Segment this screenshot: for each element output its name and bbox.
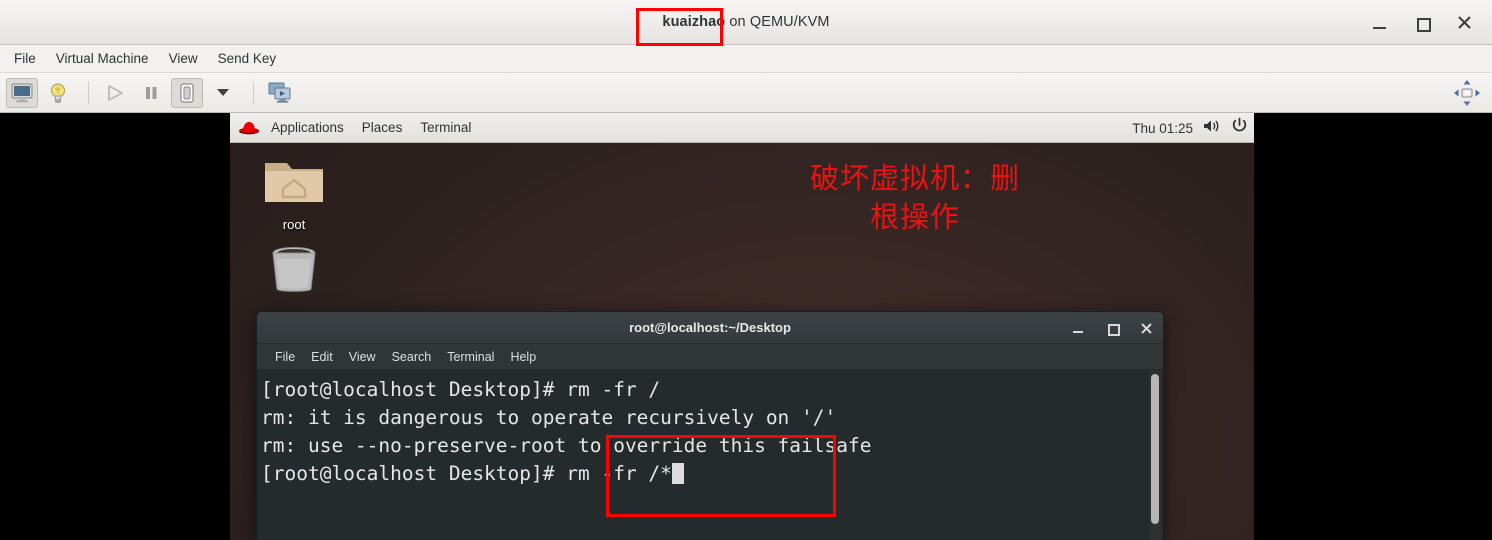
terminal-scrollbar[interactable]: [1149, 370, 1161, 540]
gnome-terminal-window[interactable]: root@localhost:~/Desktop File Edit View …: [256, 311, 1164, 540]
fullscreen-button[interactable]: [1452, 78, 1482, 108]
panel-terminal[interactable]: Terminal: [411, 118, 480, 137]
close-icon: [1457, 16, 1471, 29]
menu-virtual-machine[interactable]: Virtual Machine: [46, 48, 159, 69]
snapshots-button[interactable]: [264, 78, 296, 108]
terminal-titlebar: root@localhost:~/Desktop: [257, 312, 1163, 344]
terminal-window-controls: [1069, 312, 1155, 344]
minimize-button[interactable]: [1368, 11, 1392, 35]
chevron-down-icon: [217, 89, 229, 96]
guest-screen[interactable]: Applications Places Terminal Thu 01:25 r…: [230, 113, 1254, 540]
terminal-body[interactable]: [root@localhost Desktop]# rm -fr / rm: i…: [257, 370, 1163, 540]
maximize-button[interactable]: [1410, 11, 1434, 35]
terminal-scrollbar-thumb[interactable]: [1151, 374, 1159, 524]
terminal-command-input[interactable]: rm -fr /*: [566, 462, 672, 485]
redhat-hat-icon: [239, 121, 259, 134]
terminal-menu-search[interactable]: Search: [384, 348, 440, 366]
window-title: kuaizhao on QEMU/KVM: [662, 14, 829, 30]
window-controls: [1368, 0, 1484, 45]
terminal-menu-edit[interactable]: Edit: [303, 348, 341, 366]
terminal-cursor: [671, 463, 684, 484]
terminal-output: [root@localhost Desktop]# rm -fr / rm: i…: [257, 370, 1163, 488]
close-icon: [1140, 322, 1152, 334]
gnome-top-panel: Applications Places Terminal Thu 01:25: [230, 113, 1254, 143]
warning-line-2: 根操作: [869, 199, 960, 234]
desktop-icon-root[interactable]: root: [248, 155, 340, 232]
terminal-title: root@localhost:~/Desktop: [629, 320, 791, 335]
terminal-line-2: rm: it is dangerous to operate recursive…: [261, 406, 837, 429]
menu-file[interactable]: File: [4, 48, 46, 69]
panel-clock[interactable]: Thu 01:25: [1132, 121, 1193, 136]
terminal-menu-help[interactable]: Help: [502, 348, 544, 366]
virt-manager-window: kuaizhao on QEMU/KVM File Virtual Machin…: [0, 0, 1492, 540]
redhat-logo-icon[interactable]: [238, 119, 260, 137]
terminal-prompt: [root@localhost Desktop]#: [261, 462, 567, 485]
warning-line-1: 破坏虚拟机：删: [809, 161, 1020, 195]
terminal-close-button[interactable]: [1137, 319, 1155, 337]
shutdown-menu-button[interactable]: [207, 78, 239, 108]
volume-icon[interactable]: [1203, 118, 1221, 139]
pause-button[interactable]: [135, 78, 167, 108]
play-icon: [108, 84, 123, 101]
shutdown-button[interactable]: [171, 77, 203, 108]
fullscreen-icon: [1454, 79, 1480, 106]
terminal-menu-view[interactable]: View: [341, 348, 384, 366]
terminal-menu-terminal[interactable]: Terminal: [439, 348, 502, 366]
terminal-line-3: rm: use --no-preserve-root to override t…: [261, 434, 872, 457]
wallpaper-warning-text: 破坏虚拟机：删 根操作: [750, 159, 1080, 236]
console-view-button[interactable]: [6, 77, 38, 108]
home-folder-icon: [265, 163, 323, 202]
lightbulb-icon: [51, 83, 65, 103]
terminal-minimize-button[interactable]: [1069, 319, 1087, 337]
window-title-vmname: kuaizhao: [662, 14, 726, 30]
power-icon[interactable]: [1231, 117, 1248, 139]
trash-icon: [272, 247, 316, 292]
toolbar-separator-1: [88, 81, 89, 104]
run-button[interactable]: [99, 78, 131, 108]
panel-status-area: Thu 01:25: [1132, 113, 1248, 143]
window-titlebar: kuaizhao on QEMU/KVM: [0, 0, 1492, 45]
toolbar-separator-2: [253, 81, 254, 104]
terminal-line-1: [root@localhost Desktop]# rm -fr /: [261, 378, 661, 401]
terminal-menubar: File Edit View Search Terminal Help: [257, 344, 1163, 370]
menubar: File Virtual Machine View Send Key: [0, 45, 1492, 73]
panel-places[interactable]: Places: [353, 118, 412, 137]
desktop-icon-trash[interactable]: [248, 241, 340, 300]
shutdown-icon: [180, 83, 194, 102]
window-title-suffix: on QEMU/KVM: [725, 14, 830, 30]
panel-applications[interactable]: Applications: [262, 118, 353, 137]
menu-view[interactable]: View: [159, 48, 208, 69]
desktop-icon-label: root: [282, 217, 306, 232]
vm-display-viewport[interactable]: Applications Places Terminal Thu 01:25 r…: [0, 113, 1492, 540]
details-view-button[interactable]: [42, 78, 74, 108]
pause-icon: [146, 86, 157, 99]
close-button[interactable]: [1452, 11, 1476, 35]
toolbar: [0, 73, 1492, 113]
screens-icon: [268, 82, 291, 103]
terminal-menu-file[interactable]: File: [267, 348, 303, 366]
menu-send-key[interactable]: Send Key: [208, 48, 287, 69]
terminal-maximize-button[interactable]: [1103, 319, 1121, 337]
monitor-icon: [11, 83, 33, 102]
